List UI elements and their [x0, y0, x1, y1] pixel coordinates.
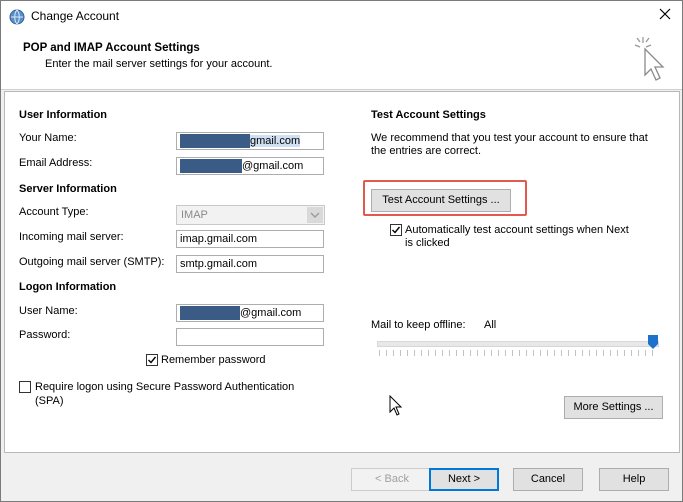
header-subtitle: Enter the mail server settings for your … — [45, 58, 273, 70]
chevron-down-icon — [307, 207, 323, 223]
cancel-button[interactable]: Cancel — [513, 468, 583, 491]
close-icon[interactable] — [658, 7, 672, 21]
test-account-settings-button[interactable]: Test Account Settings ... — [371, 189, 511, 212]
dialog-header: POP and IMAP Account Settings Enter the … — [1, 33, 682, 90]
user-name-input[interactable]: @gmail.com — [176, 304, 324, 322]
checkmark-icon — [392, 226, 401, 234]
email-address-label: Email Address: — [19, 157, 93, 169]
logon-information-heading: Logon Information — [19, 281, 117, 293]
redaction-bar — [180, 306, 240, 320]
server-information-heading: Server Information — [19, 183, 117, 195]
outgoing-server-label: Outgoing mail server (SMTP): — [19, 256, 165, 268]
offline-slider-track[interactable] — [377, 341, 659, 347]
help-button[interactable]: Help — [599, 468, 669, 491]
offline-slider-ticks — [379, 350, 657, 356]
offline-slider-thumb[interactable] — [648, 335, 658, 349]
remember-password-label: Remember password — [161, 354, 266, 366]
auto-test-checkbox[interactable] — [390, 224, 402, 236]
incoming-server-label: Incoming mail server: — [19, 231, 124, 243]
mail-offline-value: All — [484, 319, 497, 331]
your-name-input[interactable]: gmail.com — [176, 132, 324, 150]
your-name-label: Your Name: — [19, 132, 77, 144]
remember-password-checkbox[interactable] — [146, 354, 158, 366]
email-address-input[interactable]: @gmail.com — [176, 157, 324, 175]
spa-checkbox[interactable] — [19, 381, 31, 393]
user-name-label: User Name: — [19, 305, 78, 317]
test-description-line1: We recommend that you test your account … — [371, 132, 648, 144]
outlook-globe-icon — [9, 9, 25, 25]
checkmark-icon — [148, 356, 157, 364]
back-button: < Back — [351, 468, 433, 491]
spa-label-line1: Require logon using Secure Password Auth… — [35, 381, 295, 393]
account-type-select: IMAP — [176, 205, 325, 225]
next-button[interactable]: Next > — [429, 468, 499, 491]
mouse-pointer-icon — [389, 395, 403, 416]
mail-offline-label: Mail to keep offline: — [371, 319, 466, 331]
password-input[interactable] — [176, 328, 324, 346]
redaction-bar — [180, 159, 242, 173]
incoming-server-input[interactable]: imap.gmail.com — [176, 230, 324, 248]
user-information-heading: User Information — [19, 109, 108, 121]
test-description-line2: the entries are correct. — [371, 145, 482, 157]
auto-test-label-line1: Automatically test account settings when… — [405, 224, 629, 236]
click-pointer-icon — [634, 37, 665, 81]
auto-test-label-line2: is clicked — [405, 237, 450, 249]
account-type-label: Account Type: — [19, 206, 89, 218]
redaction-bar — [180, 134, 250, 148]
window-title: Change Account — [31, 9, 120, 23]
title-bar: Change Account — [1, 1, 682, 33]
password-label: Password: — [19, 329, 71, 341]
spa-label-line2: (SPA) — [35, 395, 64, 407]
test-account-heading: Test Account Settings — [371, 109, 486, 121]
outgoing-server-input[interactable]: smtp.gmail.com — [176, 255, 324, 273]
change-account-dialog: Change Account POP and IMAP Account Sett… — [0, 0, 683, 502]
more-settings-button[interactable]: More Settings ... — [564, 396, 663, 419]
header-title: POP and IMAP Account Settings — [23, 42, 200, 54]
